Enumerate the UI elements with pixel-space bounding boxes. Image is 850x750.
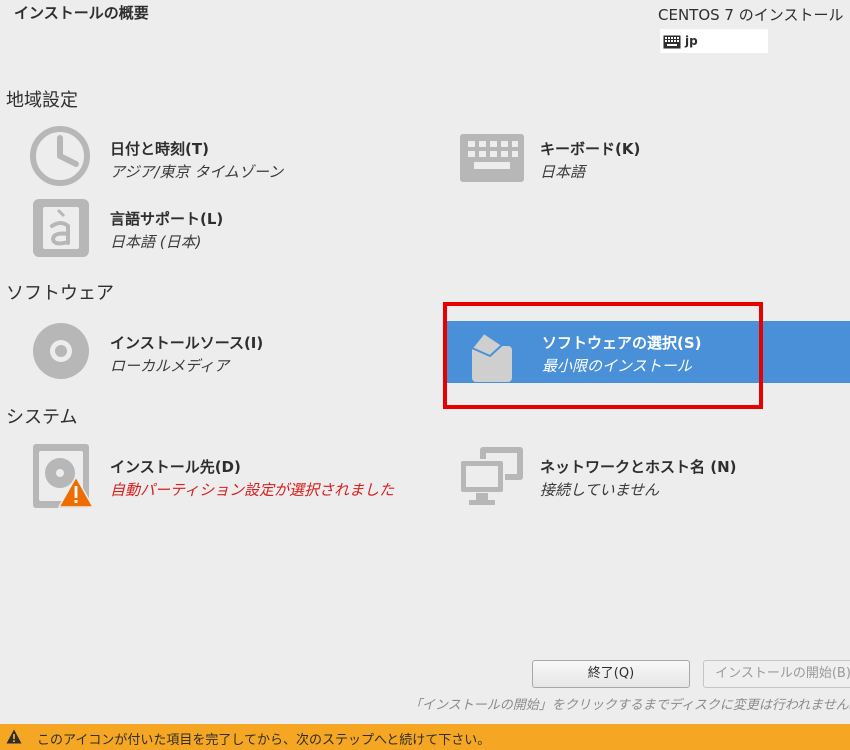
spoke-installation-destination[interactable]: インストール先(D) 自動パーティション設定が選択されました	[30, 444, 430, 516]
warning-text: このアイコンが付いた項目を完了してから、次のステップへと続けて下さい。	[37, 733, 491, 748]
warning-bar: このアイコンが付いた項目を完了してから、次のステップへと続けて下さい。	[0, 724, 850, 750]
warning-icon	[6, 729, 22, 748]
keyboard-icon	[460, 126, 524, 190]
section-title-software: ソフトウェア	[6, 283, 114, 304]
page-title: インストールの概要	[14, 4, 149, 22]
spoke-title: キーボード(K)	[540, 140, 641, 158]
spoke-title: ネットワークとホスト名 (N)	[540, 458, 737, 476]
harddisk-warning-icon	[30, 444, 95, 508]
section-title-system: システム	[6, 407, 78, 428]
quit-button[interactable]: 終了(Q)	[532, 660, 690, 688]
disc-icon	[30, 320, 94, 384]
clock-icon	[30, 126, 94, 190]
spoke-status: ローカルメディア	[110, 357, 229, 375]
hint-text: 「インストールの開始」をクリックするまでディスクに変更は行われません。	[409, 698, 850, 713]
section-title-localization: 地域設定	[6, 90, 78, 111]
product-title: CENTOS 7 のインストール	[658, 6, 844, 24]
spoke-title: インストールソース(I)	[110, 334, 264, 352]
spoke-status: 自動パーティション設定が選択されました	[110, 481, 395, 499]
network-icon	[459, 444, 524, 508]
spoke-datetime[interactable]: 日付と時刻(T) アジア/東京 タイムゾーン	[30, 126, 430, 198]
keyboard-layout-label: jp	[685, 34, 698, 48]
spoke-status: 日本語 (日本)	[110, 233, 202, 251]
keyboard-layout-indicator[interactable]: jp	[660, 29, 768, 53]
spoke-title: 言語サポート(L)	[110, 210, 224, 228]
highlight-box	[443, 302, 763, 409]
spoke-installation-source[interactable]: インストールソース(I) ローカルメディア	[30, 320, 430, 392]
spoke-network[interactable]: ネットワークとホスト名 (N) 接続していません	[459, 444, 850, 516]
language-icon	[30, 196, 94, 260]
spoke-title: 日付と時刻(T)	[110, 140, 209, 158]
begin-installation-button[interactable]: インストールの開始(B)	[703, 660, 850, 688]
spoke-status: アジア/東京 タイムゾーン	[110, 163, 284, 181]
keyboard-icon	[663, 34, 681, 53]
spoke-title: インストール先(D)	[110, 458, 241, 476]
spoke-language[interactable]: 言語サポート(L) 日本語 (日本)	[30, 196, 430, 268]
spoke-status: 日本語	[540, 163, 586, 181]
spoke-keyboard[interactable]: キーボード(K) 日本語	[460, 126, 850, 198]
spoke-status: 接続していません	[540, 481, 660, 499]
